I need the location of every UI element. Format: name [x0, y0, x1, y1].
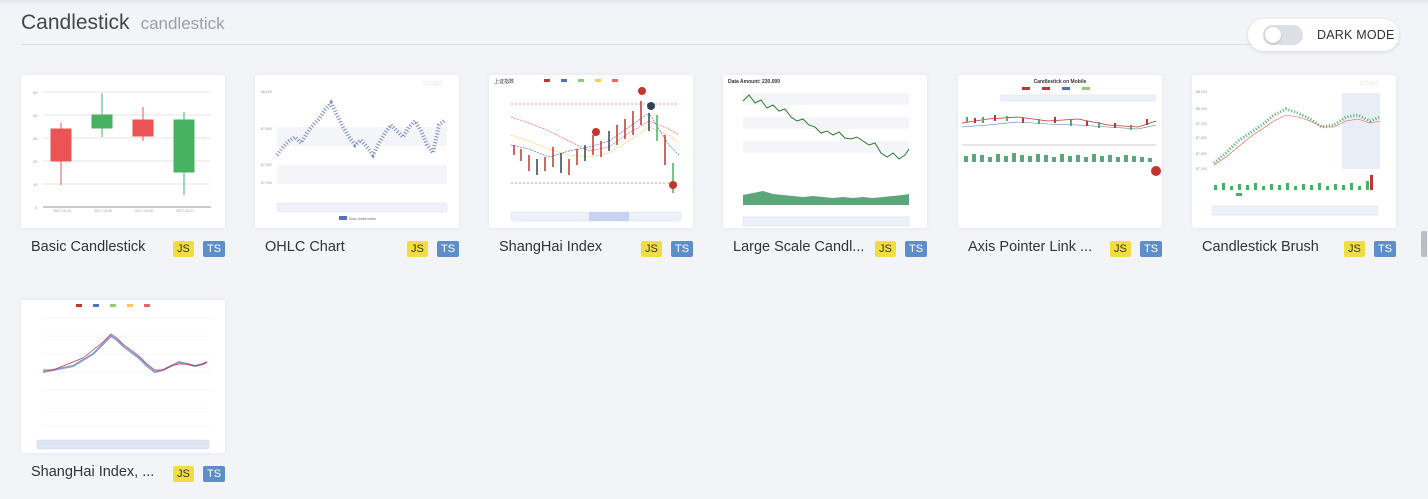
shanghai-index-2015-preview	[36, 304, 211, 450]
example-title[interactable]: ShangHai Index	[499, 239, 639, 255]
svg-text:$7,600: $7,600	[1196, 136, 1207, 140]
svg-text:2017-10-26: 2017-10-26	[135, 209, 153, 213]
svg-text:$8,000: $8,000	[1196, 107, 1207, 111]
svg-text:$7,500: $7,500	[261, 163, 272, 167]
chart-thumbnail[interactable]: Data Amount: 230,000	[723, 75, 927, 228]
ts-tag[interactable]: TS	[1374, 241, 1397, 257]
header-divider	[21, 44, 1399, 45]
ohlc-chart-preview: ▢ ▢ ◯ ▢ $8,100 $7,800 $7,500 $7,200 Dow-Jon…	[261, 80, 448, 221]
switch-knob	[1265, 27, 1281, 43]
example-card-basic-candlestick[interactable]: 50 40 30 20 10 0 2017-10-24 2017-10-25 2017-10-…	[21, 75, 226, 268]
svg-text:$7,700: $7,700	[1196, 122, 1207, 126]
candlestick-brush-preview: ▢ ▢ ◯ ▢ $8,100 $8,000 $7,700 $7,600 $7,500 $7…	[1196, 80, 1381, 216]
svg-text:Dow-Jones index: Dow-Jones index	[349, 217, 376, 221]
example-title[interactable]: ShangHai Index, ...	[31, 464, 171, 480]
svg-text:$7,800: $7,800	[261, 127, 272, 131]
section-header: Candlestick candlestick	[21, 11, 225, 41]
js-tag[interactable]: JS	[173, 466, 194, 482]
example-card-shanghai-index[interactable]: 上证指数 ShangHai Index JS TS	[489, 75, 694, 268]
svg-text:2017-10-27: 2017-10-27	[176, 209, 194, 213]
section-subtitle: candlestick	[140, 14, 225, 33]
chart-thumbnail[interactable]: ▢ ▢ ◯ ▢ $8,100 $8,000 $7,700 $7,600 $7,500 $7…	[1192, 75, 1396, 228]
example-title[interactable]: Large Scale Candl...	[733, 239, 873, 255]
chart-thumbnail[interactable]	[21, 300, 225, 453]
ts-tag[interactable]: TS	[203, 241, 226, 257]
chart-thumbnail[interactable]: Candlestick on Mobile	[958, 75, 1162, 228]
svg-text:0: 0	[35, 205, 38, 210]
thumb-title: Candlestick on Mobile	[1034, 79, 1087, 85]
svg-text:$7,500: $7,500	[1196, 152, 1207, 156]
ts-tag[interactable]: TS	[671, 241, 694, 257]
svg-text:$8,100: $8,100	[261, 90, 272, 94]
svg-text:10: 10	[33, 182, 38, 187]
ts-tag[interactable]: TS	[1140, 241, 1163, 257]
js-tag[interactable]: JS	[1344, 241, 1365, 257]
axis-pointer-link-preview: Candlestick on Mobile	[961, 79, 1161, 176]
js-tag[interactable]: JS	[875, 241, 896, 257]
svg-text:$7,200: $7,200	[261, 181, 272, 185]
section-title: Candlestick	[21, 11, 130, 34]
dark-mode-label: DARK MODE	[1317, 28, 1395, 42]
svg-text:40: 40	[33, 113, 38, 118]
chart-thumbnail[interactable]: 上证指数	[489, 75, 693, 228]
ts-tag[interactable]: TS	[437, 241, 460, 257]
js-tag[interactable]: JS	[641, 241, 662, 257]
example-card-axis-pointer-link[interactable]: Candlestick on Mobile Axis Pointer Link …	[958, 75, 1163, 268]
basic-candlestick-preview: 50 40 30 20 10 0 2017-10-24 2017-10-25 2017-10-…	[33, 90, 211, 213]
svg-text:30: 30	[33, 136, 38, 141]
thumb-title: 上证指数	[494, 78, 514, 85]
ts-tag[interactable]: TS	[905, 241, 928, 257]
example-title[interactable]: Basic Candlestick	[31, 239, 171, 255]
example-title[interactable]: OHLC Chart	[265, 239, 405, 255]
thumb-caption: Data Amount: 230,000	[728, 79, 780, 85]
js-tag[interactable]: JS	[173, 241, 194, 257]
svg-text:20: 20	[33, 159, 38, 164]
large-scale-candlestick-preview: Data Amount: 230,000	[728, 79, 910, 227]
svg-text:2017-10-25: 2017-10-25	[94, 209, 112, 213]
dark-mode-toggle[interactable]: DARK MODE	[1248, 19, 1399, 51]
chart-thumbnail[interactable]: ▢ ▢ ◯ ▢ $8,100 $7,800 $7,500 $7,200 Dow-Jon…	[255, 75, 459, 228]
example-card-candlestick-brush[interactable]: ▢ ▢ ◯ ▢ $8,100 $8,000 $7,700 $7,600 $7,500 $7…	[1192, 75, 1397, 268]
top-shadow	[0, 0, 1428, 6]
example-card-large-scale-candlestick[interactable]: Data Amount: 230,000 Large Scale Candl..…	[723, 75, 928, 268]
svg-text:2017-10-24: 2017-10-24	[53, 209, 71, 213]
svg-text:$7,200: $7,200	[1196, 167, 1207, 171]
ts-tag[interactable]: TS	[203, 466, 226, 482]
example-title[interactable]: Candlestick Brush	[1202, 239, 1342, 255]
shanghai-index-preview: 上证指数	[494, 78, 682, 222]
svg-text:50: 50	[33, 90, 38, 95]
js-tag[interactable]: JS	[1110, 241, 1131, 257]
chart-thumbnail[interactable]: 50 40 30 20 10 0 2017-10-24 2017-10-25 2017-10-…	[21, 75, 225, 228]
dark-mode-switch[interactable]	[1263, 25, 1303, 45]
example-title[interactable]: Axis Pointer Link ...	[968, 239, 1108, 255]
js-tag[interactable]: JS	[407, 241, 428, 257]
svg-text:▢ ▢ ◯ ▢: ▢ ▢ ◯ ▢	[423, 80, 442, 85]
svg-text:▢ ▢ ◯ ▢: ▢ ▢ ◯ ▢	[1360, 80, 1379, 85]
svg-text:$8,100: $8,100	[1196, 90, 1207, 94]
example-card-shanghai-index-2015[interactable]: ShangHai Index, ... JS TS	[21, 300, 226, 493]
example-card-ohlc-chart[interactable]: ▢ ▢ ◯ ▢ $8,100 $7,800 $7,500 $7,200 Dow-Jon…	[255, 75, 460, 268]
scrollbar-thumb[interactable]	[1421, 231, 1427, 257]
